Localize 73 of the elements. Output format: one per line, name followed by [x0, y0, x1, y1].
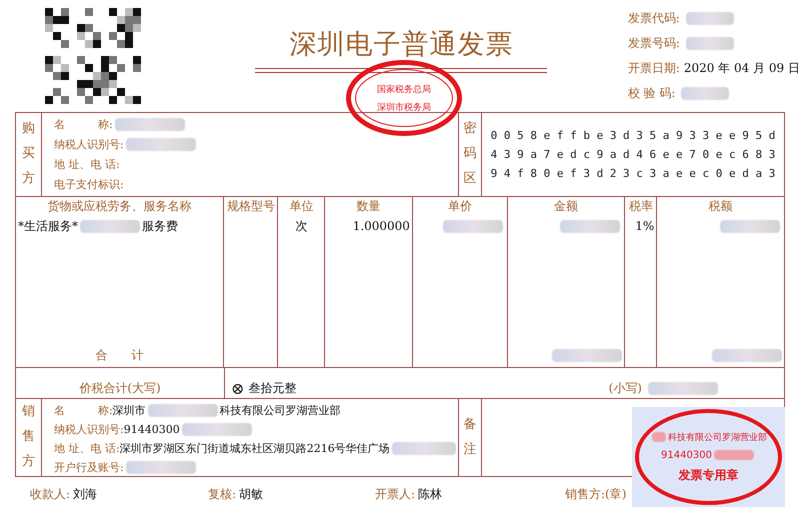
- stamp-text: 发票专用章: [678, 466, 738, 484]
- section-heading: 密码区: [464, 120, 476, 188]
- cipher-text: 0 0 5 8 e f f b e 3 d 3 5 a 9 3 3 e e 9 5 d: [490, 129, 776, 142]
- column-header: 单价: [448, 198, 472, 214]
- field-value: *生活服务*: [18, 218, 78, 234]
- field-label: 地 址、电 话:: [54, 440, 120, 456]
- redacted-block: [714, 450, 754, 460]
- column-header: 税率: [628, 198, 653, 214]
- redacted-block: [126, 460, 196, 474]
- field-label: 校 验 码:: [628, 85, 676, 102]
- redacted-block: [148, 404, 218, 416]
- redacted-block: [80, 220, 140, 232]
- redacted-block: [686, 12, 734, 25]
- field-label: 发票号码:: [628, 35, 680, 52]
- field-value: 1%: [635, 219, 654, 233]
- column-header: 规格型号: [226, 198, 275, 214]
- field-label: 复核:: [208, 486, 236, 503]
- field-label: 名 称:: [54, 117, 113, 132]
- field-value: 1.000000: [352, 219, 410, 233]
- field-label: 开户行及账号:: [54, 460, 124, 474]
- field-label: 地 址、电 话:: [54, 157, 120, 172]
- redacted-block: [442, 220, 503, 232]
- amount-in-words: 叁拾元整: [248, 380, 296, 396]
- circled-x-icon: ⊗: [231, 378, 244, 398]
- field-value: 2020 年 04 月 09 日: [684, 60, 800, 77]
- column-header: 单位: [289, 198, 314, 214]
- field-value: 刘海: [73, 486, 98, 503]
- field-value: 深圳市罗湖区东门街道城东社区湖贝路2216号华佳广场: [120, 440, 390, 456]
- field-value: 服务费: [142, 218, 178, 234]
- field-label: 开票日期:: [628, 60, 680, 77]
- field-label: 发票代码:: [628, 10, 680, 27]
- section-heading: 备注: [464, 416, 476, 458]
- column-header: 数量: [356, 198, 381, 214]
- section-heading: 销售方: [22, 403, 35, 471]
- field-value: 深圳市: [112, 402, 146, 418]
- redacted-block: [126, 138, 196, 151]
- redacted-block: [648, 382, 718, 394]
- field-label: 收款人:: [30, 486, 70, 503]
- field-label: 纳税人识别号:: [54, 137, 124, 152]
- redacted-block: [681, 87, 730, 100]
- seal-text: 深圳市税务局: [377, 102, 431, 114]
- column-header: 货物或应税劳务、服务名称: [48, 198, 192, 214]
- stamp-text: 科技有限公司罗湖营业部: [668, 432, 767, 444]
- redacted-block: [560, 220, 620, 232]
- column-header: 金额: [554, 198, 578, 214]
- field-label: 开票人:: [375, 486, 416, 503]
- cipher-text: 9 4 f 8 0 e f 3 d 2 3 c 3 a e e c 0 e d a 3: [490, 167, 776, 180]
- invoice-title: 深圳电子普通发票: [289, 28, 514, 62]
- redacted-block: [712, 348, 782, 362]
- field-label: 销售方:(章): [565, 486, 626, 503]
- field-value: 胡敏: [239, 486, 264, 503]
- field-value: 科技有限公司罗湖营业部: [220, 402, 341, 418]
- redacted-block: [652, 432, 666, 442]
- field-label: 纳税人识别号:: [54, 422, 124, 436]
- total-label: 合 计: [96, 346, 144, 364]
- redacted-block: [114, 118, 185, 131]
- section-heading: 购买方: [22, 120, 35, 188]
- field-label: 电子支付标识:: [54, 177, 124, 192]
- column-header: 税额: [708, 198, 733, 214]
- redacted-block: [552, 348, 622, 362]
- field-value: 91440300: [124, 422, 180, 436]
- redacted-block: [686, 37, 734, 50]
- stamp-text: 91440300: [661, 450, 712, 460]
- redacted-block: [720, 220, 780, 232]
- field-value: 陈林: [418, 486, 442, 503]
- redacted-block: [392, 442, 456, 454]
- total-label: 价税合计(大写): [79, 380, 161, 396]
- field-label: (小写): [608, 380, 642, 396]
- cipher-text: 4 3 9 a 7 e d c 9 a d 4 6 e e 7 0 e c 6 8 3: [490, 148, 776, 161]
- seal-text: 国家税务总局: [377, 84, 431, 96]
- redacted-block: [182, 422, 252, 436]
- field-label: 名 称:: [54, 402, 113, 418]
- field-value: 次: [295, 218, 308, 234]
